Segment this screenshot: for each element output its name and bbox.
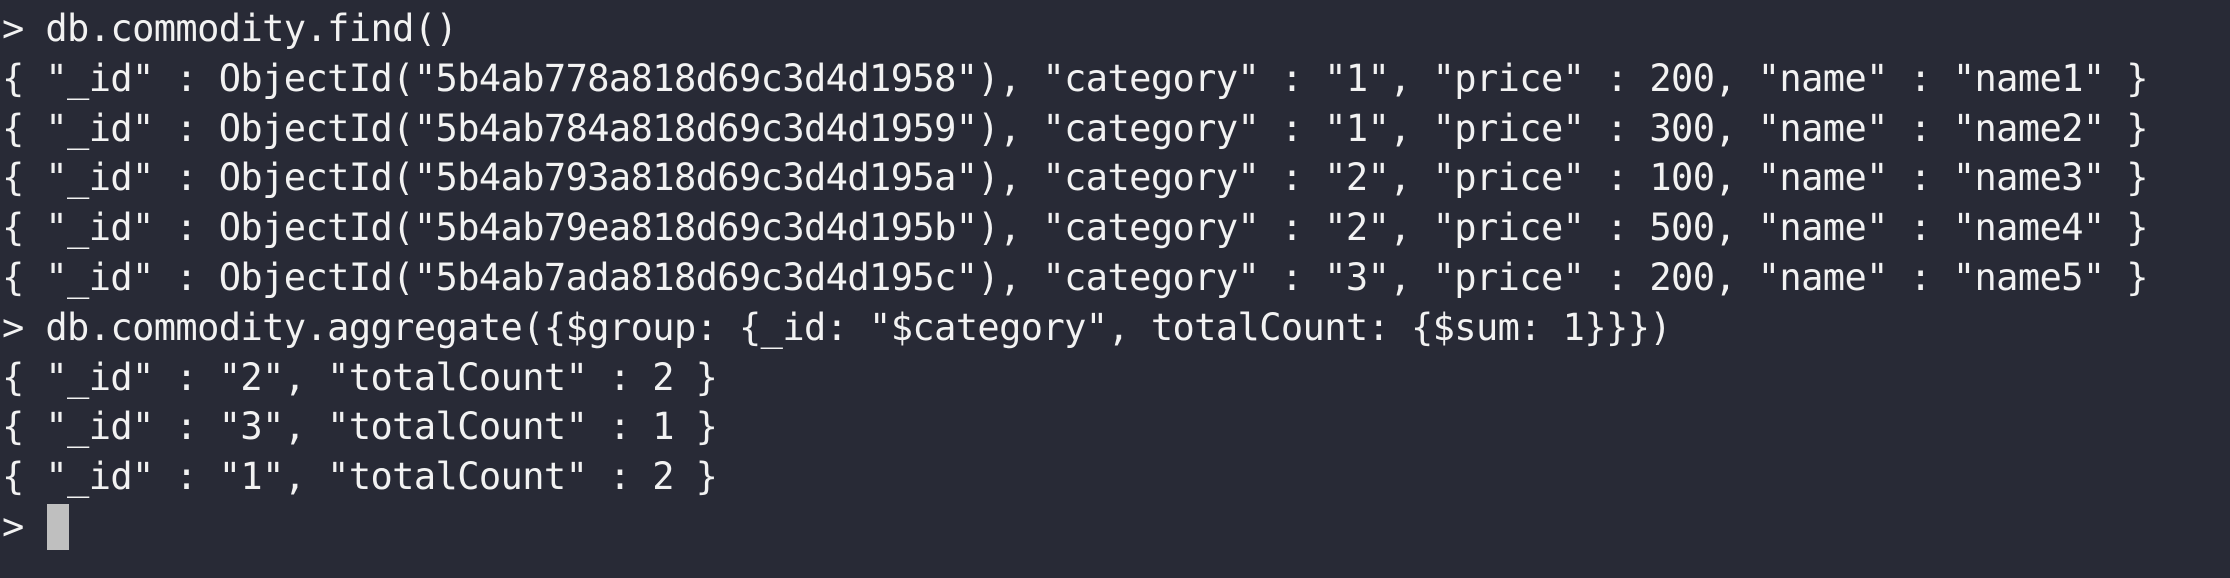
output-line: { "_id" : ObjectId("5b4ab79ea818d69c3d4d… (2, 206, 2149, 250)
active-prompt-line[interactable]: > (2, 502, 2230, 552)
output-line: { "_id" : ObjectId("5b4ab793a818d69c3d4d… (2, 156, 2149, 200)
command-text: db.commodity.aggregate({$group: {_id: "$… (45, 305, 1672, 349)
output-line: { "_id" : ObjectId("5b4ab778a818d69c3d4d… (2, 56, 2149, 100)
prompt-symbol: > (2, 305, 46, 349)
output-line: { "_id" : "3", "totalCount" : 1 } (2, 405, 718, 449)
terminal-window[interactable]: > db.commodity.find() { "_id" : ObjectId… (0, 0, 2230, 578)
text-cursor[interactable] (46, 503, 69, 550)
output-line: { "_id" : "2", "totalCount" : 2 } (2, 355, 718, 399)
prompt-symbol: > (2, 504, 24, 548)
command-text: db.commodity.find() (45, 7, 458, 50)
command-line: > db.commodity.find() (2, 4, 2230, 54)
command-line: > db.commodity.aggregate({$group: {_id: … (2, 303, 2230, 353)
output-line: { "_id" : ObjectId("5b4ab784a818d69c3d4d… (2, 106, 2149, 150)
output-line: { "_id" : "1", "totalCount" : 2 } (2, 455, 718, 499)
prompt-symbol: > (2, 7, 46, 50)
output-line: { "_id" : ObjectId("5b4ab7ada818d69c3d4d… (2, 255, 2149, 299)
